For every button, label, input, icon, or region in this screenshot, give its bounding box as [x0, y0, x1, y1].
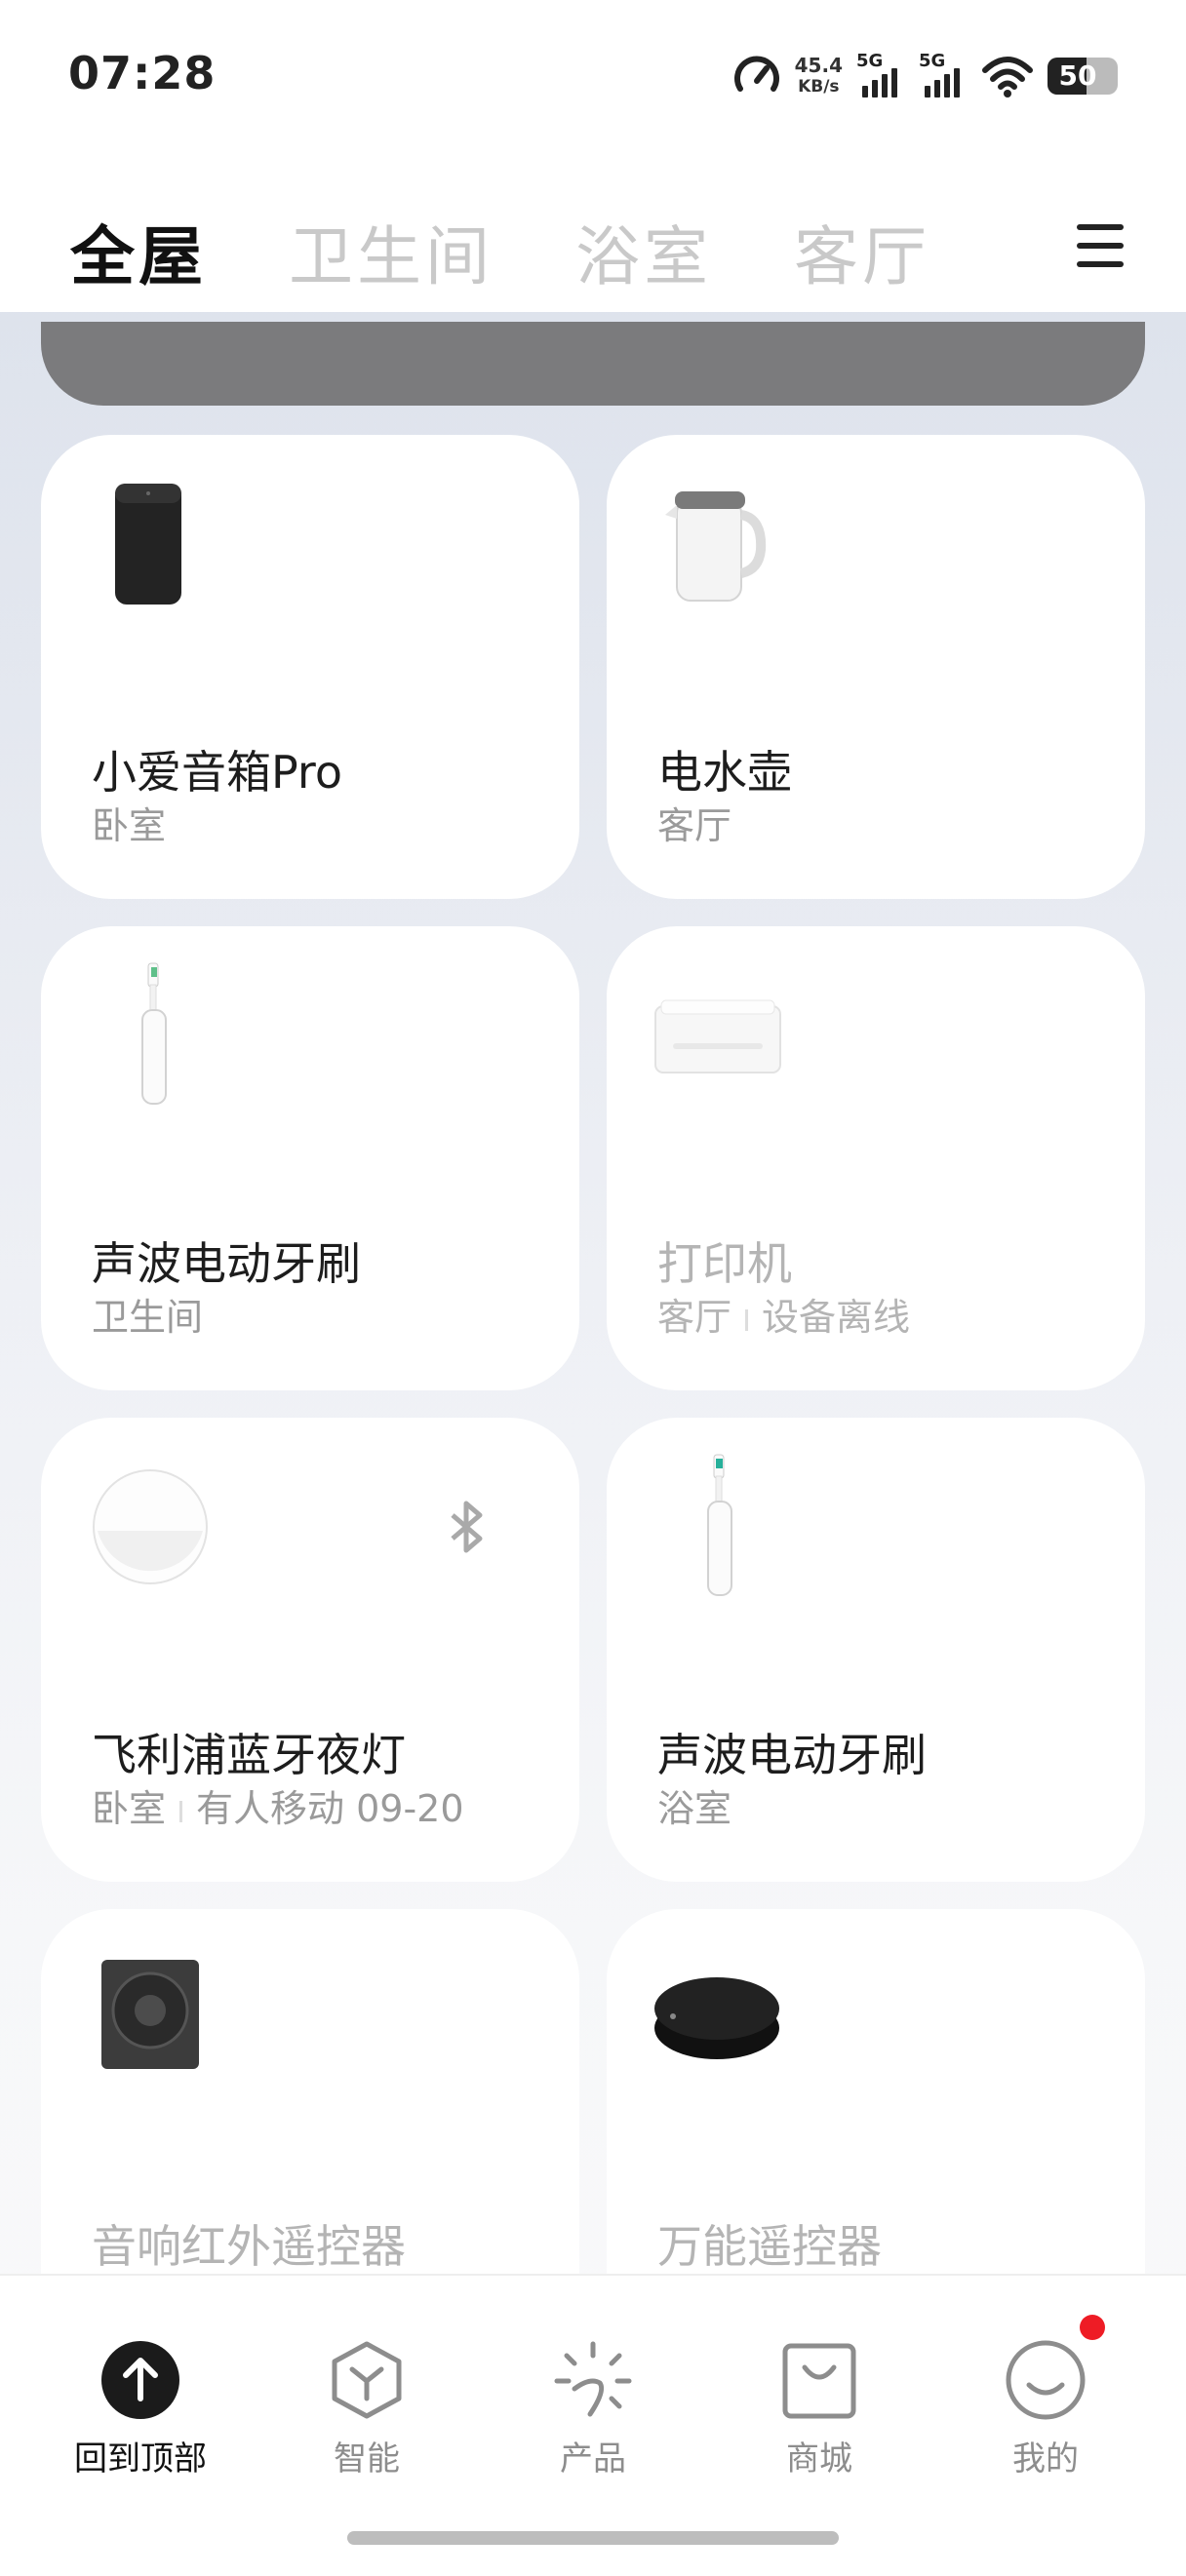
device-status: 有人移动 09-20 [196, 1787, 464, 1830]
device-room: 浴室 [657, 1787, 732, 1830]
nav-back-to-top[interactable]: 回到顶部 [43, 2338, 238, 2479]
device-status: 设备离线 [762, 1296, 911, 1339]
device-card[interactable]: 飞利浦蓝牙夜灯 卧室 有人移动 09-20 [41, 1418, 579, 1882]
device-name: 小爱音箱Pro [92, 746, 342, 799]
nav-label: 商城 [786, 2439, 852, 2478]
signal-type: 5G [919, 51, 946, 71]
status-icons: 45.4 KB/s 5G 5G 50 [732, 49, 1118, 103]
nav-label: 产品 [560, 2439, 626, 2478]
scene-banner[interactable] [41, 322, 1145, 406]
device-name: 飞利浦蓝牙夜灯 [92, 1729, 406, 1781]
room-tabs: 全屋 卫生间 浴室 客厅 [0, 156, 1186, 312]
device-name: 声波电动牙刷 [657, 1729, 927, 1781]
signal-icon: 5G [856, 51, 905, 98]
device-room: 卫生间 [92, 1296, 204, 1339]
notification-dot [1080, 2315, 1105, 2340]
device-room-status: 客厅 设备离线 [657, 1287, 910, 1341]
device-name: 电水壶 [657, 746, 792, 799]
device-room: 卧室 [92, 1787, 167, 1830]
toothbrush-image [707, 1454, 732, 1596]
home-indicator[interactable] [347, 2531, 839, 2545]
wifi-icon [982, 57, 1033, 98]
device-room: 客厅 [657, 1296, 732, 1339]
device-room: 卧室 [92, 804, 167, 847]
nav-profile[interactable]: 我的 [948, 2315, 1143, 2479]
tab-bathroom[interactable]: 卫生间 [289, 205, 494, 298]
night-light-image [93, 1469, 208, 1584]
sparkle-icon [551, 2338, 635, 2422]
nav-smart[interactable]: 智能 [269, 2338, 464, 2479]
tab-all-rooms[interactable]: 全屋 [70, 205, 207, 298]
device-card[interactable]: 小爱音箱Pro 卧室 [41, 435, 579, 899]
network-speed: 45.4 KB/s [795, 55, 843, 98]
device-card[interactable]: 声波电动牙刷 浴室 [607, 1418, 1145, 1882]
bluetooth-icon [451, 1501, 483, 1553]
signal-icon: 5G [919, 51, 968, 98]
device-name: 声波电动牙刷 [92, 1237, 361, 1290]
smart-speaker-image [115, 484, 181, 605]
speedometer-icon [733, 56, 779, 92]
battery-level: 50 [1058, 59, 1097, 92]
device-name: 音响红外遥控器 [92, 2220, 406, 2273]
tab-living-room[interactable]: 客厅 [794, 205, 930, 298]
bag-icon [777, 2338, 861, 2422]
nav-label: 回到顶部 [74, 2439, 207, 2478]
signal-type: 5G [856, 51, 884, 71]
status-bar: 07:28 45.4 KB/s 5G 5G 50 [0, 0, 1186, 156]
device-name: 打印机 [657, 1237, 792, 1290]
device-card[interactable]: 打印机 客厅 设备离线 [607, 926, 1145, 1390]
universal-remote-image [654, 1977, 779, 2059]
network-speed-unit: KB/s [798, 77, 840, 97]
device-name: 万能遥控器 [657, 2220, 882, 2273]
device-room: 客厅 [657, 804, 732, 847]
arrow-up-icon [99, 2338, 182, 2422]
device-room-status: 卧室 有人移动 09-20 [92, 1778, 464, 1832]
nav-label: 智能 [334, 2439, 400, 2478]
clock: 07:28 [68, 47, 217, 99]
smiley-icon [1004, 2315, 1105, 2422]
device-card[interactable]: 声波电动牙刷 卫生间 [41, 926, 579, 1390]
speaker-remote-image [101, 1960, 199, 2069]
nav-label: 我的 [1012, 2439, 1079, 2478]
network-speed-value: 45.4 [794, 54, 843, 77]
battery-icon: 50 [1048, 58, 1118, 95]
electric-kettle-image [665, 491, 767, 602]
toothbrush-image [141, 962, 167, 1105]
device-card[interactable]: 电水壶 客厅 [607, 435, 1145, 899]
nav-store[interactable]: 商城 [722, 2338, 917, 2479]
tab-shower-room[interactable]: 浴室 [575, 205, 712, 298]
nav-products[interactable]: 产品 [495, 2338, 691, 2479]
printer-image [654, 999, 781, 1073]
menu-icon[interactable] [1077, 224, 1124, 267]
cube-icon [325, 2338, 409, 2422]
